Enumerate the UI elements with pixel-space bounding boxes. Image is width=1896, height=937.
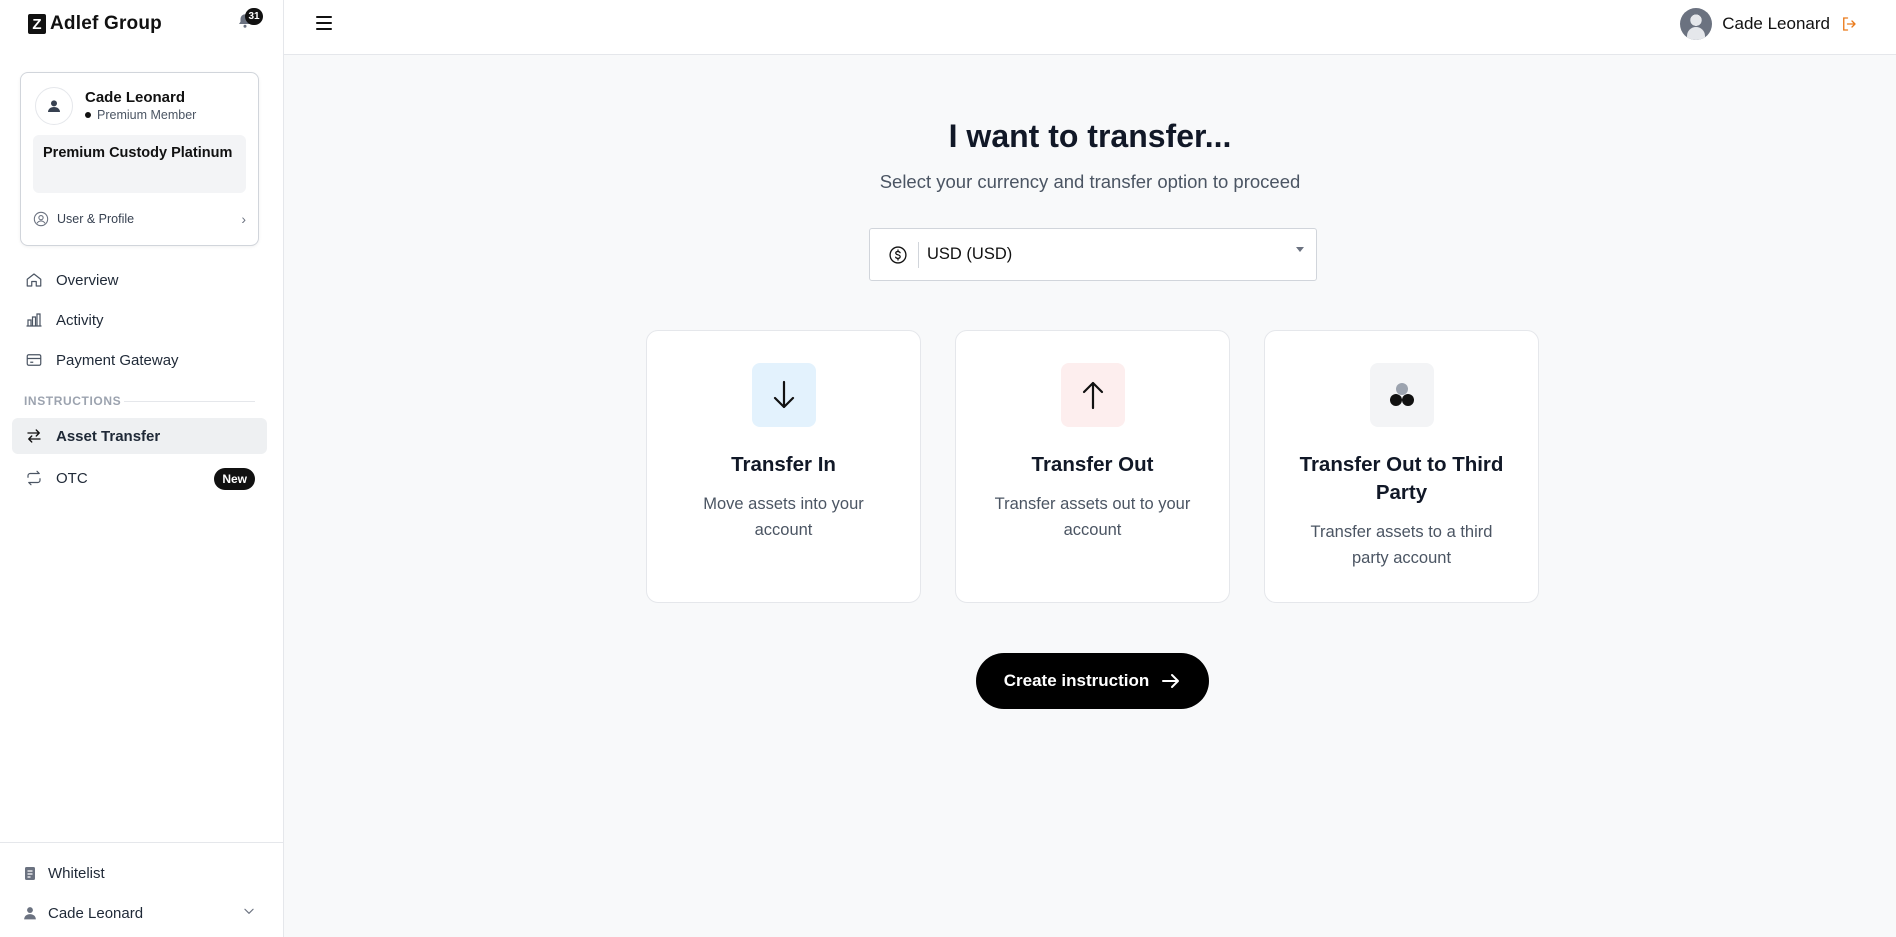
menu-toggle-icon[interactable]	[316, 16, 332, 30]
sidebar-item-otc[interactable]: OTC New	[12, 460, 267, 496]
sidebar-user-name: Cade Leonard	[48, 904, 144, 922]
logout-icon[interactable]	[1840, 15, 1858, 33]
brand-name: Adlef Group	[50, 13, 162, 34]
transfer-arrows-icon	[24, 426, 44, 446]
section-label-instructions: INSTRUCTIONS	[24, 394, 122, 408]
page-subtitle: Select your currency and transfer option…	[879, 171, 1301, 192]
arrow-right-icon	[1162, 674, 1180, 688]
sidebar-item-overview[interactable]: Overview	[12, 262, 267, 298]
option-title: Transfer Out to Third Party	[1299, 453, 1504, 504]
sidebar-item-label: Payment Gateway	[56, 351, 179, 369]
avatar	[1680, 8, 1713, 40]
top-user-menu[interactable]: Cade Leonard	[1680, 8, 1858, 40]
currency-select[interactable]: USD (USD)	[869, 228, 1317, 281]
top-user-name: Cade Leonard	[1722, 14, 1830, 33]
profile-plan: Premium Custody Platinum	[33, 135, 246, 193]
status-dot-icon	[85, 112, 91, 118]
new-badge: New	[214, 468, 255, 490]
currency-divider	[918, 241, 919, 268]
sidebar-item-activity[interactable]: Activity	[12, 302, 267, 338]
page-title: I want to transfer...	[948, 118, 1232, 154]
profile-name: Cade Leonard	[85, 89, 186, 106]
option-card-transfer-third-party[interactable]: Transfer Out to Third Party Transfer ass…	[1264, 330, 1539, 603]
user-icon	[48, 100, 60, 112]
arrow-down-icon	[773, 380, 795, 409]
create-instruction-label: Create instruction	[1003, 671, 1150, 690]
sidebar-item-label: Whitelist	[48, 864, 105, 882]
caret-down-icon	[1296, 247, 1304, 252]
sidebar-item-label: Overview	[56, 271, 119, 289]
option-tile	[752, 363, 816, 427]
dollar-coin-icon	[889, 245, 907, 264]
profile-card: Cade Leonard Premium Member Premium Cust…	[20, 72, 259, 246]
option-description: Transfer assets out to your account	[994, 495, 1191, 539]
sidebar-item-whitelist[interactable]: Whitelist	[22, 859, 105, 887]
option-description: Move assets into your account	[703, 495, 864, 539]
avatar	[35, 87, 73, 125]
sidebar-item-asset-transfer[interactable]: Asset Transfer	[12, 418, 267, 454]
document-icon	[22, 866, 38, 881]
profile-tier: Premium Member	[85, 108, 196, 122]
arrow-up-icon	[1082, 381, 1104, 410]
sidebar-item-label: Activity	[56, 311, 104, 329]
brand-mark-icon: Z	[28, 14, 46, 34]
credit-card-icon	[24, 350, 44, 370]
user-profile-link[interactable]: User & Profile ›	[33, 207, 246, 231]
third-party-icon	[1390, 383, 1414, 406]
repeat-icon	[24, 468, 44, 488]
option-card-transfer-out[interactable]: Transfer Out Transfer assets out to your…	[955, 330, 1230, 603]
option-title: Transfer In	[731, 453, 836, 476]
home-icon	[24, 270, 44, 290]
profile-tier-label: Premium Member	[97, 108, 197, 122]
option-description: Transfer assets to a third party account	[1310, 523, 1493, 567]
sidebar-user-menu[interactable]: Cade Leonard	[22, 899, 143, 927]
chevron-right-icon: ›	[241, 211, 246, 227]
user-icon	[22, 906, 38, 920]
user-profile-label: User & Profile	[57, 212, 135, 226]
sidebar: Z Adlef Group 31 Cade Leonard Premium Me…	[0, 0, 284, 937]
sidebar-item-payment-gateway[interactable]: Payment Gateway	[12, 342, 267, 378]
bar-chart-icon	[24, 310, 44, 330]
sidebar-item-label: OTC	[56, 469, 88, 487]
option-tile	[1370, 363, 1434, 427]
create-instruction-button[interactable]: Create instruction	[976, 653, 1209, 709]
option-card-transfer-in[interactable]: Transfer In Move assets into your accoun…	[646, 330, 921, 603]
notification-count-badge: 31	[245, 8, 263, 25]
section-divider	[124, 401, 255, 402]
sidebar-item-label: Asset Transfer	[56, 427, 161, 445]
option-title: Transfer Out	[1031, 453, 1154, 476]
currency-value: USD (USD)	[927, 245, 1013, 263]
user-circle-icon	[33, 211, 49, 227]
top-bar: Cade Leonard	[284, 0, 1896, 55]
chevron-down-icon[interactable]	[242, 904, 256, 918]
option-tile	[1061, 363, 1125, 427]
brand-logo[interactable]: Z Adlef Group	[28, 12, 162, 36]
